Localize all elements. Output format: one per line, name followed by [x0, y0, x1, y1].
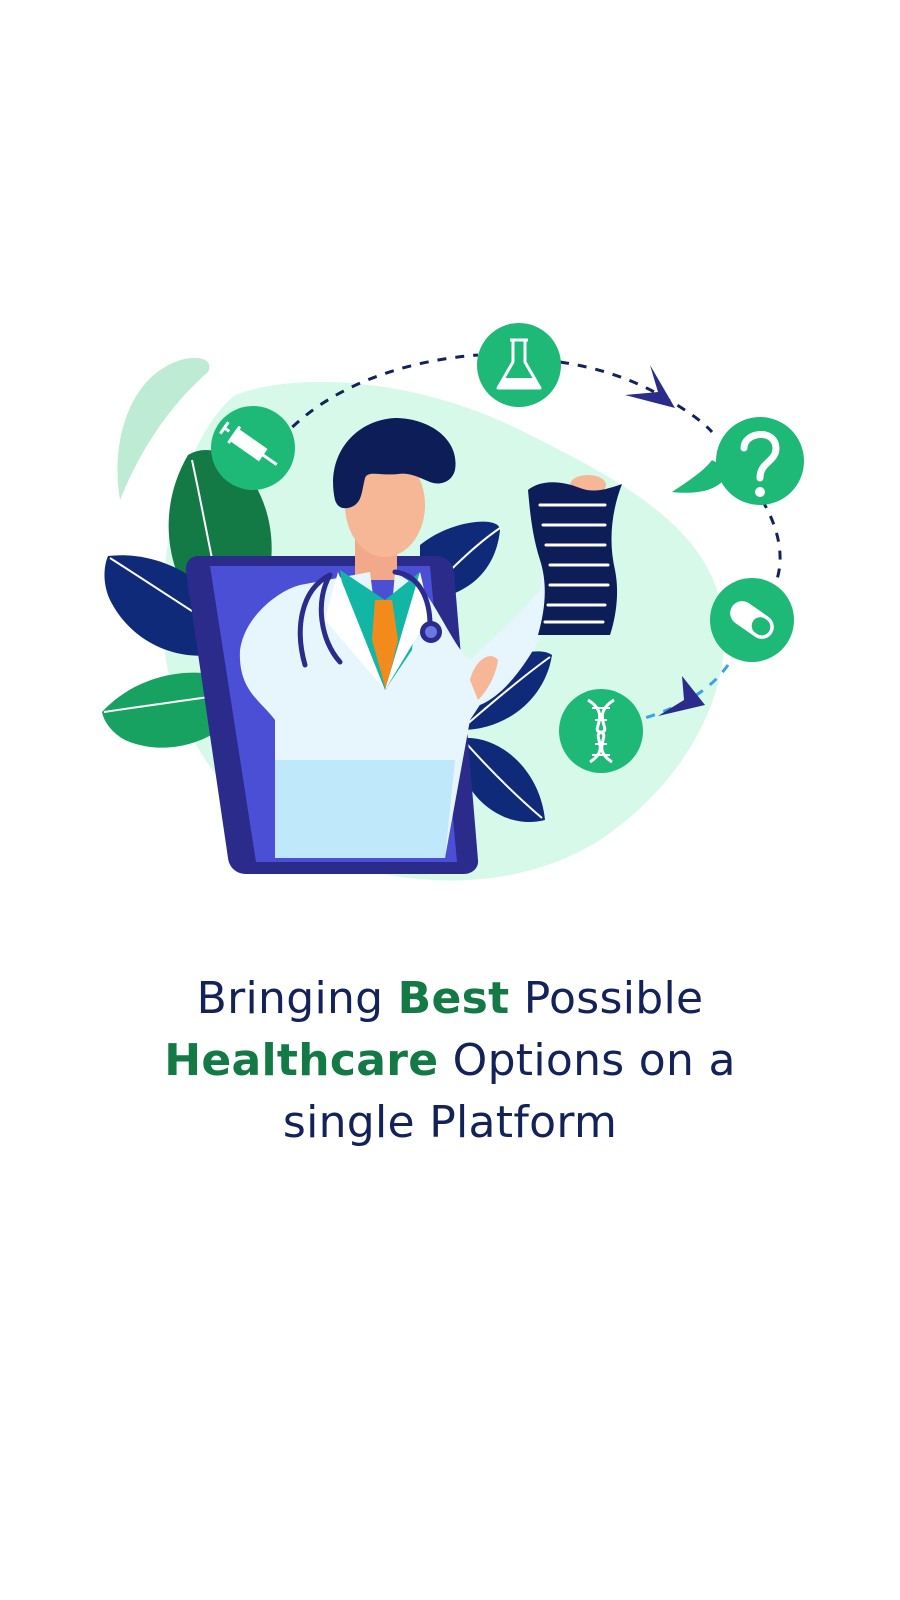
question-mark-icon: [672, 417, 804, 505]
headline-highlight: Healthcare: [164, 1035, 439, 1086]
headline-line-2: Healthcare Options on a: [0, 1030, 900, 1092]
flask-icon: [477, 323, 561, 407]
headline-text: Options on a: [438, 1035, 736, 1086]
doctor-illustration: [102, 323, 804, 881]
onboarding-headline: Bringing Best Possible Healthcare Option…: [0, 968, 900, 1154]
onboarding-screen: Bringing Best Possible Healthcare Option…: [0, 0, 900, 1600]
arrow-head-top: [625, 365, 675, 408]
headline-text: Bringing: [196, 973, 398, 1024]
headline-line-3: single Platform: [0, 1092, 900, 1154]
headline-text: Possible: [509, 973, 704, 1024]
orbit-path-right: [760, 499, 782, 586]
syringe-icon: [211, 406, 295, 490]
headline-highlight: Best: [397, 973, 510, 1024]
headline-text: single Platform: [282, 1097, 618, 1148]
dna-icon: [559, 689, 643, 773]
capsule-icon: [710, 578, 794, 662]
headline-line-1: Bringing Best Possible: [0, 968, 900, 1030]
